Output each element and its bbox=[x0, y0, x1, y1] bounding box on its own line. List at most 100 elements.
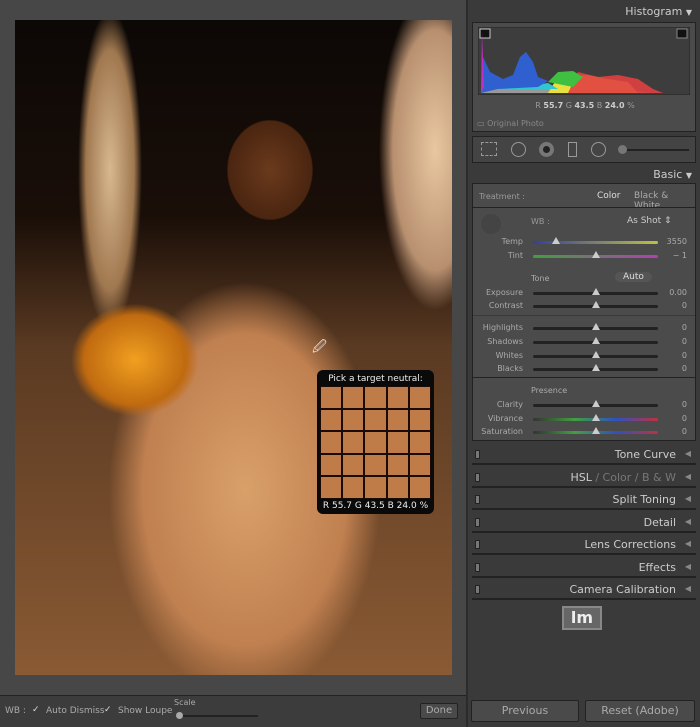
tint-slider[interactable] bbox=[533, 251, 658, 258]
collapse-arrow-icon: ◀ bbox=[684, 516, 691, 526]
tint-slider-thumb[interactable] bbox=[591, 251, 600, 258]
radial-filter-icon[interactable] bbox=[591, 142, 606, 157]
loupe-pixel bbox=[365, 387, 386, 408]
loupe-pixel bbox=[387, 454, 408, 476]
wb-label: WB : bbox=[5, 706, 26, 716]
tool-strip bbox=[472, 136, 696, 163]
contrast-slider-thumb[interactable] bbox=[591, 301, 600, 308]
loupe-pixel-grid bbox=[320, 386, 431, 499]
done-button[interactable]: Done bbox=[420, 703, 458, 719]
temp-slider[interactable] bbox=[533, 237, 658, 244]
panel-title: Effects bbox=[638, 560, 676, 574]
scale-label: Scale bbox=[174, 698, 196, 707]
loupe-pixel bbox=[387, 432, 408, 453]
clarity-slider-thumb[interactable] bbox=[591, 400, 600, 407]
previous-button[interactable]: Previous bbox=[471, 700, 579, 722]
exposure-slider[interactable] bbox=[533, 288, 658, 295]
exposure-value[interactable]: 0.00 bbox=[669, 288, 687, 297]
panel-split-toning[interactable]: Split Toning ◀ bbox=[472, 490, 696, 510]
clarity-slider[interactable] bbox=[533, 400, 658, 407]
panel-camera-calibration[interactable]: Camera Calibration ◀ bbox=[472, 580, 696, 600]
loupe-pixel bbox=[321, 477, 342, 498]
loupe-pixel bbox=[387, 387, 408, 408]
saturation-value[interactable]: 0 bbox=[682, 427, 687, 436]
collapse-arrow-icon: ◀ bbox=[684, 449, 691, 458]
logo: lm bbox=[562, 606, 602, 630]
panel-toggle-switch[interactable] bbox=[475, 585, 480, 594]
panel-toggle-switch[interactable] bbox=[475, 495, 480, 504]
panel-effects[interactable]: Effects ◀ bbox=[472, 558, 696, 578]
vibrance-value[interactable]: 0 bbox=[682, 414, 687, 423]
show-loupe-checkbox[interactable]: ✓ bbox=[104, 705, 112, 715]
eyedropper-cursor-icon: 🖉 bbox=[312, 339, 327, 355]
loupe-pixel bbox=[409, 477, 430, 498]
graduated-filter-icon[interactable] bbox=[568, 142, 577, 157]
temp-value[interactable]: 3550 bbox=[667, 237, 687, 246]
blacks-value[interactable]: 0 bbox=[682, 364, 687, 373]
vibrance-slider[interactable] bbox=[533, 414, 658, 421]
histogram-chart bbox=[478, 27, 690, 95]
panel-toggle-switch[interactable] bbox=[475, 562, 480, 572]
whites-slider-thumb[interactable] bbox=[591, 351, 600, 358]
toolbar: WB : ✓ Auto Dismiss ✓ Show Loupe Scale D… bbox=[0, 695, 466, 727]
wb-dropdown[interactable]: As Shot ⇕ bbox=[627, 216, 672, 226]
blacks-slider[interactable] bbox=[533, 364, 658, 371]
panel-tone-curve[interactable]: Tone Curve ◀ bbox=[472, 445, 696, 465]
blacks-label: Blacks bbox=[497, 364, 523, 373]
panel-toggle-switch[interactable] bbox=[475, 517, 480, 527]
panel-hsl[interactable]: HSL / Color / B & W ◀ bbox=[472, 468, 696, 488]
vibrance-slider-thumb[interactable] bbox=[591, 414, 600, 421]
shadows-value[interactable]: 0 bbox=[682, 337, 687, 346]
saturation-slider[interactable] bbox=[533, 427, 658, 434]
adjustment-brush-icon[interactable] bbox=[618, 145, 627, 154]
blacks-slider-thumb[interactable] bbox=[591, 364, 600, 371]
treatment-label: Treatment : bbox=[479, 192, 525, 201]
tint-value[interactable]: − 1 bbox=[673, 251, 687, 260]
scale-slider[interactable] bbox=[176, 712, 258, 719]
histogram-header[interactable]: Histogram ▼ bbox=[625, 5, 692, 18]
reset-button[interactable]: Reset (Adobe) bbox=[585, 700, 695, 722]
loupe-pixel bbox=[409, 387, 430, 408]
whites-value[interactable]: 0 bbox=[682, 351, 687, 360]
adjustment-brush-slider[interactable] bbox=[621, 149, 689, 151]
highlights-slider-thumb[interactable] bbox=[591, 323, 600, 330]
shadows-slider-thumb[interactable] bbox=[591, 337, 600, 344]
clarity-value[interactable]: 0 bbox=[682, 400, 687, 409]
original-photo-toggle[interactable]: ▭ Original Photo bbox=[477, 119, 544, 128]
loupe-pixel bbox=[365, 454, 386, 476]
exposure-slider-thumb[interactable] bbox=[591, 288, 600, 295]
saturation-slider-thumb[interactable] bbox=[591, 427, 600, 434]
panel-detail[interactable]: Detail ◀ bbox=[472, 513, 696, 533]
auto-dismiss-checkbox[interactable]: ✓ bbox=[32, 705, 40, 715]
treatment-bw-button[interactable]: Black & White bbox=[634, 191, 695, 211]
panel-toggle-switch[interactable] bbox=[475, 472, 480, 482]
shadows-label: Shadows bbox=[487, 337, 523, 346]
highlight-clipping-icon bbox=[676, 28, 688, 39]
panel-toggle-switch[interactable] bbox=[475, 540, 480, 549]
temp-slider-thumb[interactable] bbox=[551, 237, 560, 244]
presence-label: Presence bbox=[531, 386, 568, 395]
auto-tone-button[interactable]: Auto bbox=[615, 272, 652, 282]
contrast-slider[interactable] bbox=[533, 301, 658, 308]
panel-lens-corrections[interactable]: Lens Corrections ◀ bbox=[472, 535, 696, 555]
whites-slider[interactable] bbox=[533, 351, 658, 358]
crop-tool-icon[interactable] bbox=[481, 142, 497, 156]
tint-label: Tint bbox=[507, 251, 523, 260]
shadows-slider[interactable] bbox=[533, 337, 658, 344]
spot-removal-icon[interactable] bbox=[511, 142, 526, 157]
basic-header[interactable]: Basic ▼ bbox=[653, 168, 692, 181]
highlights-slider[interactable] bbox=[533, 323, 658, 330]
red-eye-icon[interactable] bbox=[539, 142, 554, 157]
loupe-pixel bbox=[387, 409, 408, 431]
panel-title: Tone Curve bbox=[614, 448, 676, 461]
contrast-value[interactable]: 0 bbox=[682, 301, 687, 310]
loupe-pixel bbox=[409, 432, 430, 453]
loupe-pixel bbox=[321, 387, 342, 408]
panel-toggle-switch[interactable] bbox=[475, 450, 480, 459]
loupe-pixel bbox=[343, 387, 364, 408]
wb-selector-eyedropper-icon[interactable] bbox=[481, 214, 501, 234]
highlights-value[interactable]: 0 bbox=[682, 323, 687, 332]
tone-label: Tone bbox=[531, 274, 550, 283]
treatment-color-button[interactable]: Color bbox=[597, 191, 621, 201]
photo-image[interactable] bbox=[15, 20, 452, 675]
